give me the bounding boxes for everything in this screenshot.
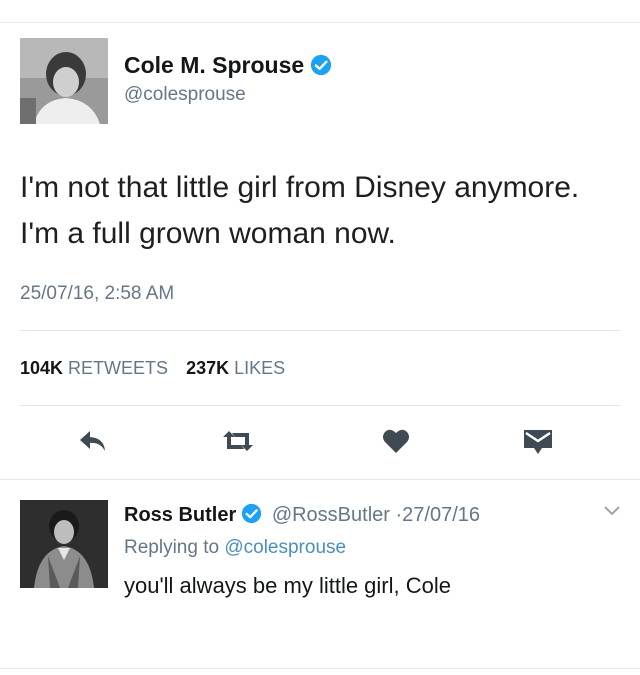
reply-header: Ross Butler @RossButler ·27/07/16 [124,503,480,527]
retweet-label: RETWEETS [68,358,169,378]
reply-author-handle[interactable]: @RossButler [272,504,390,526]
replying-to-prefix: Replying to [124,537,220,558]
tweet-timestamp[interactable]: 25/07/16, 2:58 AM [20,283,174,305]
retweets-stat[interactable]: 104K RETWEETS [20,358,168,378]
reply-icon [80,431,105,451]
replying-to-mention[interactable]: @colesprouse [224,537,346,558]
author-handle[interactable]: @colesprouse [124,84,246,106]
chevron-down-icon[interactable] [602,504,622,518]
divider [20,330,620,331]
direct-message-button[interactable] [521,426,555,456]
bottom-divider [0,668,640,669]
author-name-text[interactable]: Cole M. Sprouse [124,52,304,78]
retweet-button[interactable] [221,426,255,456]
like-button[interactable] [379,426,413,456]
tweet-stats: 104K RETWEETS 237K LIKES [20,358,285,379]
tweet-text: I'm not that little girl from Disney any… [20,171,580,250]
divider [20,405,620,406]
verified-badge-icon [242,503,262,524]
thread-divider [0,479,640,480]
tweet-detail-screen: Cole M. Sprouse @colesprouse I'm not tha… [0,0,640,675]
verified-badge-icon [311,54,332,76]
like-count: 237K [186,358,230,378]
likes-stat[interactable]: 237K LIKES [186,358,285,378]
author-name[interactable]: Cole M. Sprouse [124,52,332,79]
retweet-count: 104K [20,358,64,378]
heart-icon [383,429,409,453]
envelope-icon [524,430,552,454]
like-label: LIKES [234,358,286,378]
retweet-icon [223,431,253,451]
reply-author-avatar[interactable] [20,500,108,588]
reply-button[interactable] [76,426,110,456]
author-avatar[interactable] [20,38,108,124]
replying-to: Replying to @colesprouse [124,537,346,559]
reply-text: you'll always be my little girl, Cole [124,573,451,598]
reply-date[interactable]: 27/07/16 [402,504,480,526]
top-divider [0,22,640,23]
reply-author-name[interactable]: Ross Butler [124,504,236,526]
